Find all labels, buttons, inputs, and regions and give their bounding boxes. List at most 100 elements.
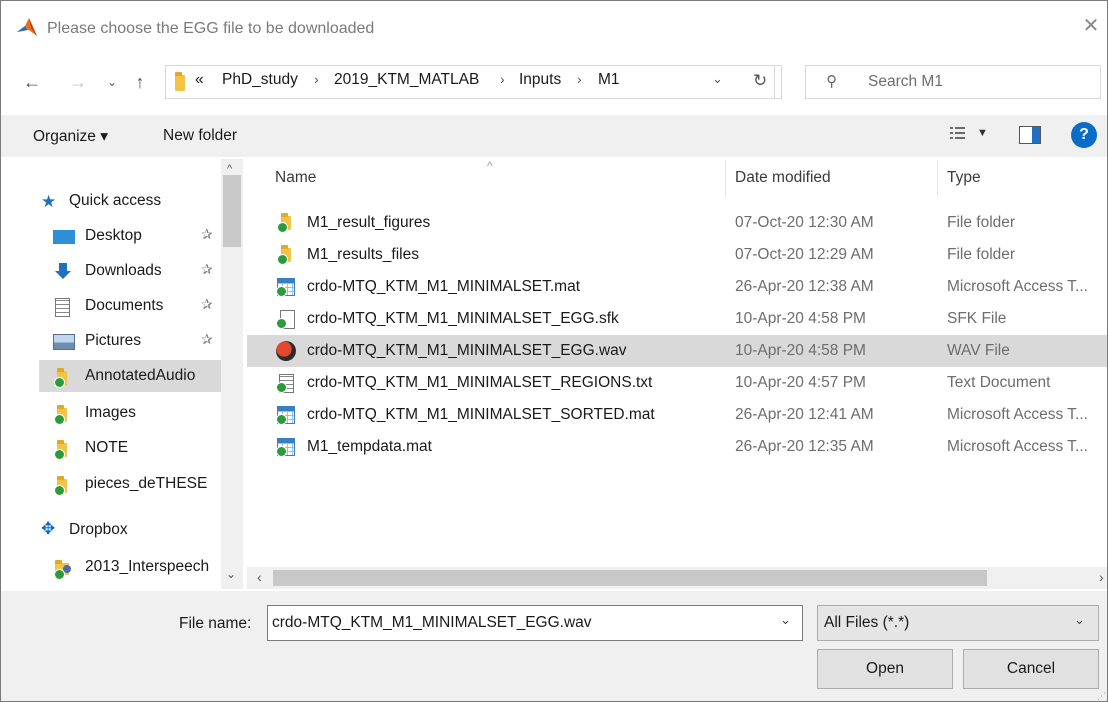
scroll-left-icon[interactable]: ‹ xyxy=(257,569,262,585)
sidebar-item-desktop[interactable]: Desktop ✰ xyxy=(39,220,217,252)
sidebar-item-images[interactable]: Images xyxy=(39,397,217,429)
breadcrumb-separator-icon[interactable]: › xyxy=(314,71,319,87)
nav-scroll-thumb[interactable] xyxy=(223,175,241,247)
close-icon[interactable]: ✕ xyxy=(1079,14,1103,38)
sidebar-item-pictures[interactable]: Pictures ✰ xyxy=(39,325,217,357)
file-type: WAV File xyxy=(947,342,1010,359)
file-name: M1_tempdata.mat xyxy=(307,438,432,455)
sidebar-item-downloads[interactable]: Downloads ✰ xyxy=(39,255,217,287)
file-name: M1_result_figures xyxy=(307,214,431,231)
recent-locations-chevron-icon[interactable]: ⌄ xyxy=(101,71,123,93)
h-scroll-thumb[interactable] xyxy=(273,570,987,586)
file-type-dropdown-icon[interactable]: ⌄ xyxy=(1074,612,1085,628)
folder-icon xyxy=(53,405,75,425)
pictures-icon xyxy=(53,334,75,350)
new-folder-button[interactable]: New folder xyxy=(163,127,237,145)
text-file-icon xyxy=(276,374,295,393)
file-row[interactable]: crdo-MTQ_KTM_M1_MINIMALSET.mat 26-Apr-20… xyxy=(247,271,1107,303)
file-name-input[interactable]: crdo-MTQ_KTM_M1_MINIMALSET_EGG.wav ⌄ xyxy=(267,605,803,641)
file-row[interactable]: M1_results_files 07-Oct-20 12:29 AM File… xyxy=(247,239,1107,271)
column-header-date-modified[interactable]: Date modified xyxy=(735,169,831,187)
sidebar-quick-access[interactable]: ★ Quick access xyxy=(39,187,219,217)
pin-icon[interactable]: ✰ xyxy=(201,296,213,313)
breadcrumb-separator-icon[interactable]: › xyxy=(577,71,582,87)
sidebar-item-documents[interactable]: Documents ✰ xyxy=(39,290,217,322)
address-dropdown-icon[interactable]: ⌄ xyxy=(712,71,723,87)
breadcrumb-separator-icon[interactable]: › xyxy=(500,71,505,87)
refresh-icon: ↻ xyxy=(753,71,768,90)
file-row[interactable]: crdo-MTQ_KTM_M1_MINIMALSET_EGG.sfk 10-Ap… xyxy=(247,303,1107,335)
refresh-button[interactable]: ↻ xyxy=(741,65,782,99)
window-title: Please choose the EGG file to be downloa… xyxy=(47,20,375,37)
column-header-name[interactable]: Name xyxy=(275,169,316,187)
scroll-down-icon[interactable]: ⌄ xyxy=(226,567,236,581)
sidebar-label: Pictures xyxy=(85,332,141,349)
file-row-selected[interactable]: crdo-MTQ_KTM_M1_MINIMALSET_EGG.wav 10-Ap… xyxy=(247,335,1107,367)
pin-icon[interactable]: ✰ xyxy=(201,331,213,348)
sidebar-item-note[interactable]: NOTE xyxy=(39,432,217,464)
view-options-icon[interactable] xyxy=(949,125,967,141)
file-name-label: File name: xyxy=(179,615,252,632)
folder-icon xyxy=(53,440,75,460)
breadcrumb-overflow[interactable]: « xyxy=(195,71,204,89)
pin-icon[interactable]: ✰ xyxy=(201,226,213,243)
search-input[interactable]: ⚲ Search M1 xyxy=(805,65,1101,99)
open-button[interactable]: Open xyxy=(817,649,953,689)
file-type: File folder xyxy=(947,246,1016,263)
breadcrumb-inputs[interactable]: Inputs xyxy=(519,71,561,89)
sidebar-item-2013-interspeech[interactable]: 2013_Interspeech xyxy=(39,551,217,583)
back-icon[interactable]: ← xyxy=(21,71,43,93)
column-divider[interactable] xyxy=(937,161,938,197)
sidebar-item-pieces-dethese[interactable]: pieces_deTHESE xyxy=(39,468,217,500)
downloads-icon xyxy=(53,263,75,281)
file-date: 10-Apr-20 4:57 PM xyxy=(735,374,866,391)
view-dropdown-icon[interactable]: ▼ xyxy=(977,127,988,139)
sidebar-label: Desktop xyxy=(85,227,142,244)
generic-file-icon xyxy=(276,310,295,329)
forward-icon[interactable]: → xyxy=(67,71,89,93)
breadcrumb-m1[interactable]: M1 xyxy=(598,71,620,89)
file-name-dropdown-icon[interactable]: ⌄ xyxy=(780,612,791,628)
title-bar: Please choose the EGG file to be downloa… xyxy=(1,1,1107,59)
sidebar-item-annotatedaudio[interactable]: AnnotatedAudio xyxy=(39,360,221,392)
scroll-right-icon[interactable]: › xyxy=(1099,569,1104,585)
file-name: crdo-MTQ_KTM_M1_MINIMALSET_EGG.sfk xyxy=(307,310,619,327)
column-divider[interactable] xyxy=(725,161,726,197)
file-row[interactable]: crdo-MTQ_KTM_M1_MINIMALSET_REGIONS.txt 1… xyxy=(247,367,1107,399)
organize-button[interactable]: Organize ▾ xyxy=(33,127,108,146)
help-icon[interactable]: ? xyxy=(1071,122,1097,148)
shared-folder-icon xyxy=(53,559,75,580)
sidebar-label: Quick access xyxy=(69,192,162,209)
file-row[interactable]: M1_result_figures 07-Oct-20 12:30 AM Fil… xyxy=(247,207,1107,239)
scroll-up-icon[interactable]: ^ xyxy=(227,163,232,175)
file-name: M1_results_files xyxy=(307,246,419,263)
sidebar-dropbox[interactable]: ✥ Dropbox xyxy=(39,515,219,545)
table-file-icon xyxy=(276,438,295,457)
column-header-type[interactable]: Type xyxy=(947,169,981,187)
sidebar-label: NOTE xyxy=(85,439,129,456)
sidebar-label: 2013_Interspeech xyxy=(85,558,210,575)
file-row[interactable]: M1_tempdata.mat 26-Apr-20 12:35 AM Micro… xyxy=(247,431,1107,463)
file-list-h-scrollbar[interactable]: ‹ › xyxy=(247,567,1107,589)
nav-scrollbar[interactable]: ^ ⌄ xyxy=(221,159,243,589)
resize-grip-icon[interactable]: ⋰ xyxy=(1097,691,1106,702)
file-date: 26-Apr-20 12:35 AM xyxy=(735,438,874,455)
breadcrumb-phd-study[interactable]: PhD_study xyxy=(222,71,298,89)
file-type: Microsoft Access T... xyxy=(947,278,1088,295)
file-row[interactable]: crdo-MTQ_KTM_M1_MINIMALSET_SORTED.mat 26… xyxy=(247,399,1107,431)
file-name: crdo-MTQ_KTM_M1_MINIMALSET.mat xyxy=(307,278,581,295)
cancel-button[interactable]: Cancel xyxy=(963,649,1099,689)
file-type: Text Document xyxy=(947,374,1051,391)
file-type-select[interactable]: All Files (*.*) ⌄ xyxy=(817,605,1099,641)
desktop-icon xyxy=(53,230,75,244)
up-icon[interactable]: ↑ xyxy=(129,71,151,93)
pin-icon[interactable]: ✰ xyxy=(201,261,213,278)
file-dialog: Please choose the EGG file to be downloa… xyxy=(0,0,1108,702)
sidebar-label: Downloads xyxy=(85,262,162,279)
sidebar-label: pieces_deTHESE xyxy=(85,475,208,492)
folder-icon xyxy=(277,245,295,265)
breadcrumb-2019-ktm-matlab[interactable]: 2019_KTM_MATLAB xyxy=(334,71,479,89)
preview-pane-icon[interactable] xyxy=(1019,126,1041,144)
file-type: SFK File xyxy=(947,310,1007,327)
folder-icon xyxy=(53,368,75,388)
